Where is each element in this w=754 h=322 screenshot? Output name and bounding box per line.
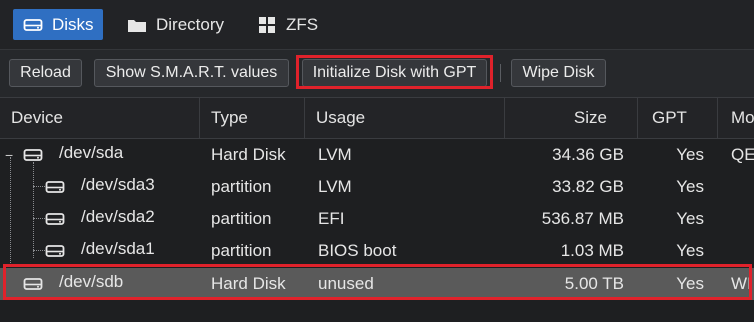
table-row[interactable]: /dev/sda3 partition LVM 33.82 GB Yes — [0, 171, 754, 203]
initialize-gpt-button[interactable]: Initialize Disk with GPT — [302, 59, 487, 87]
device-type: partition — [211, 241, 272, 260]
table-row[interactable]: − /dev/sda Hard Disk LVM 34.36 GB Yes QE — [0, 139, 754, 171]
device-name: /dev/sdb — [59, 272, 124, 291]
disk-icon — [23, 149, 43, 161]
device-size: 5.00 TB — [564, 274, 624, 293]
device-usage: EFI — [318, 209, 345, 228]
device-gpt: Yes — [676, 209, 704, 228]
device-type: partition — [211, 177, 272, 196]
tab-bar: Disks Directory ZFS — [0, 0, 754, 50]
column-header-gpt[interactable]: GPT — [638, 98, 718, 138]
disk-icon — [45, 181, 65, 193]
device-type: Hard Disk — [211, 145, 286, 164]
device-gpt: Yes — [676, 241, 704, 260]
disk-icon — [45, 245, 65, 257]
tab-disks[interactable]: Disks — [13, 9, 103, 40]
show-smart-button[interactable]: Show S.M.A.R.T. values — [94, 59, 289, 87]
device-usage: unused — [318, 274, 374, 293]
device-size: 33.82 GB — [552, 177, 624, 196]
disk-icon — [23, 15, 43, 35]
device-name: /dev/sda2 — [81, 207, 155, 226]
disk-icon — [45, 213, 65, 225]
tab-directory[interactable]: Directory — [127, 9, 224, 40]
column-header-size[interactable]: Size — [505, 98, 638, 138]
tab-disks-label: Disks — [52, 14, 94, 34]
device-name: /dev/sda — [59, 143, 124, 162]
device-type: Hard Disk — [211, 274, 286, 293]
tab-zfs[interactable]: ZFS — [257, 9, 318, 40]
column-header-device[interactable]: Device — [0, 98, 200, 138]
device-gpt: Yes — [676, 177, 704, 196]
folder-icon — [127, 15, 147, 35]
device-usage: BIOS boot — [318, 241, 397, 260]
device-size: 34.36 GB — [552, 145, 624, 164]
table-header: Device Type Usage Size GPT Mo — [0, 98, 754, 139]
column-header-type[interactable]: Type — [200, 98, 305, 138]
table-row[interactable]: /dev/sda2 partition EFI 536.87 MB Yes — [0, 203, 754, 235]
collapse-icon[interactable]: − — [5, 148, 13, 162]
device-gpt: Yes — [676, 274, 704, 293]
device-model: WI — [731, 274, 752, 293]
table-row[interactable]: /dev/sda1 partition BIOS boot 1.03 MB Ye… — [0, 235, 754, 267]
device-type: partition — [211, 209, 272, 228]
column-header-usage[interactable]: Usage — [305, 98, 505, 138]
device-name: /dev/sda3 — [81, 175, 155, 194]
disks-panel: Disks Directory ZFS Reload Show S.M.A.R.… — [0, 0, 754, 322]
column-header-model[interactable]: Mo — [718, 98, 754, 138]
device-usage: LVM — [318, 177, 352, 196]
table-row-selected[interactable]: /dev/sdb Hard Disk unused 5.00 TB Yes WI — [0, 268, 754, 300]
toolbar: Reload Show S.M.A.R.T. values Initialize… — [0, 50, 754, 98]
device-gpt: Yes — [676, 145, 704, 164]
tab-zfs-label: ZFS — [286, 14, 319, 34]
toolbar-separator — [500, 64, 501, 82]
device-usage: LVM — [318, 145, 352, 164]
grid-icon — [257, 15, 277, 35]
device-name: /dev/sda1 — [81, 239, 155, 258]
tab-directory-label: Directory — [156, 14, 225, 34]
device-model: QE — [731, 145, 754, 164]
disk-icon — [23, 278, 43, 290]
device-size: 1.03 MB — [560, 241, 624, 260]
device-size: 536.87 MB — [541, 209, 624, 228]
wipe-disk-button[interactable]: Wipe Disk — [511, 59, 606, 87]
reload-button[interactable]: Reload — [9, 59, 82, 87]
